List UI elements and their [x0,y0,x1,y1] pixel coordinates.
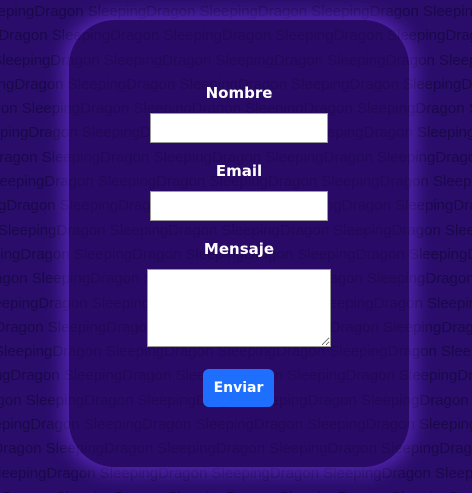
name-field[interactable] [150,113,328,143]
watermark-row: SleepingDragon SleepingDragon SleepingDr… [0,486,472,493]
email-field[interactable] [150,191,328,221]
message-textarea[interactable] [147,269,331,347]
submit-button[interactable]: Enviar [203,369,274,407]
message-label: Mensaje [203,240,275,258]
name-label: Nombre [205,84,273,102]
email-label: Email [215,162,263,180]
